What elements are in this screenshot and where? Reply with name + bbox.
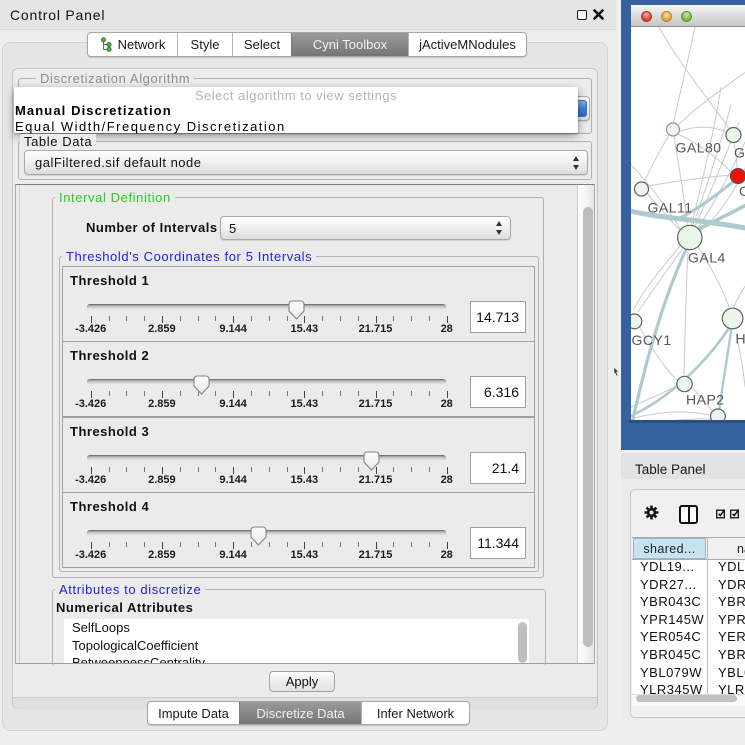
svg-text:H: H — [736, 331, 745, 347]
svg-text:G.: G. — [734, 145, 745, 161]
svg-text:C: C — [739, 183, 745, 199]
svg-text:GCY1: GCY1 — [632, 332, 672, 348]
svg-text:HAP2: HAP2 — [686, 392, 725, 408]
svg-text:GAL11: GAL11 — [648, 200, 693, 216]
svg-text:GAL80: GAL80 — [676, 140, 722, 156]
svg-text:GAL4: GAL4 — [688, 250, 726, 266]
